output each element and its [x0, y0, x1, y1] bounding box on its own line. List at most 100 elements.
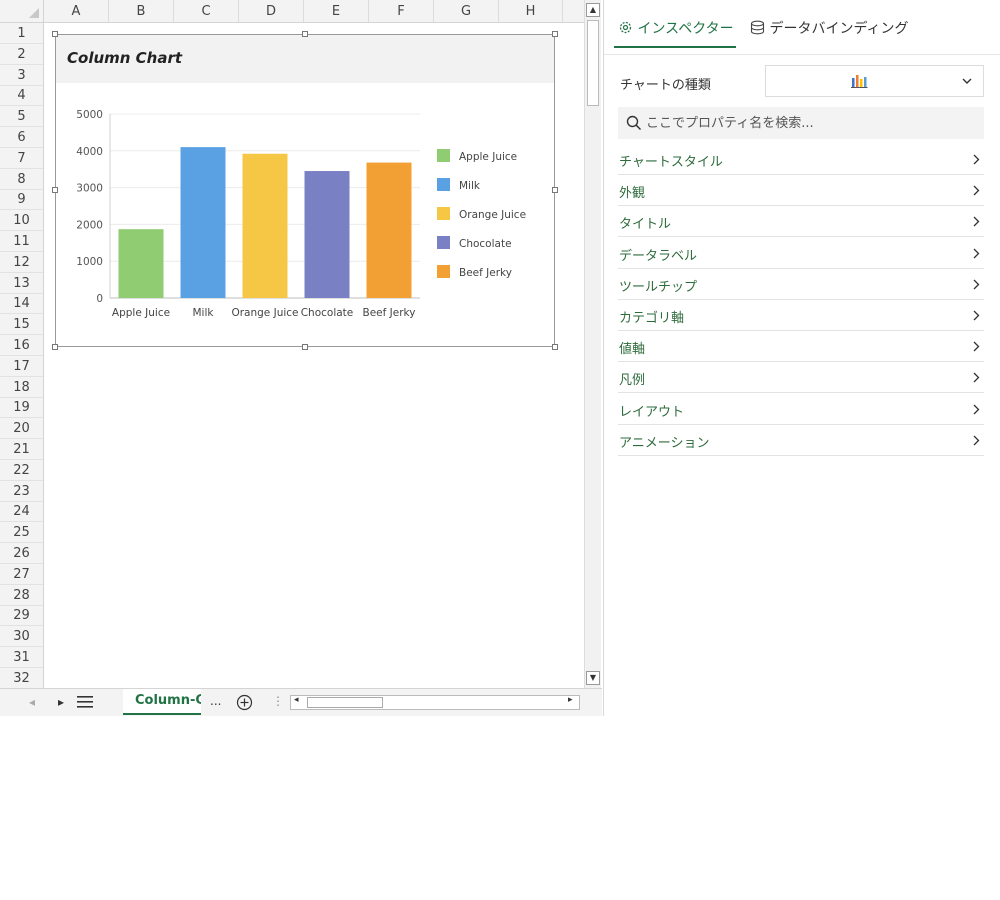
row-header[interactable]: 22 — [0, 460, 43, 481]
resize-handle[interactable] — [552, 31, 558, 37]
bar[interactable] — [118, 229, 164, 298]
column-header[interactable]: A — [44, 0, 109, 22]
property-item[interactable]: 外観 — [618, 175, 984, 207]
search-icon — [626, 115, 642, 131]
row-header[interactable]: 32 — [0, 668, 43, 689]
row-header[interactable]: 13 — [0, 273, 43, 294]
chart-type-label: チャートの種類 — [620, 78, 711, 93]
tab-data-binding[interactable]: データバインディング — [750, 18, 908, 38]
resize-handle[interactable] — [302, 31, 308, 37]
column-headers: ABCDEFGH — [44, 0, 584, 23]
row-header[interactable]: 27 — [0, 564, 43, 585]
row-header[interactable]: 12 — [0, 252, 43, 273]
tab-inspector[interactable]: インスペクター — [618, 18, 734, 38]
row-header[interactable]: 29 — [0, 605, 43, 627]
scroll-right-icon[interactable]: ▸ — [568, 695, 573, 705]
row-header[interactable]: 15 — [0, 314, 43, 336]
y-tick-label: 5000 — [76, 109, 103, 121]
scroll-down-button[interactable]: ▼ — [586, 671, 600, 685]
bar[interactable] — [242, 153, 288, 298]
property-item[interactable]: 凡例 — [618, 362, 984, 394]
row-header[interactable]: 28 — [0, 585, 43, 606]
row-header[interactable]: 6 — [0, 127, 43, 148]
resize-handle[interactable] — [302, 344, 308, 350]
row-header[interactable]: 8 — [0, 169, 43, 190]
horizontal-scrollbar[interactable]: ◂ ▸ — [290, 695, 580, 710]
row-header[interactable]: 24 — [0, 501, 43, 523]
row-header[interactable]: 20 — [0, 418, 43, 440]
bar[interactable] — [304, 171, 350, 298]
row-header[interactable]: 30 — [0, 626, 43, 648]
row-header[interactable]: 23 — [0, 481, 43, 502]
sheet-list-icon[interactable] — [76, 695, 94, 709]
splitter-icon[interactable]: ⋮ — [272, 694, 284, 708]
resize-handle[interactable] — [552, 344, 558, 350]
column-chart[interactable]: Column Chart 0 1000 2000 3000 4000 5000 Apple … — [55, 34, 555, 347]
prev-sheet-icon[interactable]: ◂ — [29, 695, 35, 709]
row-header[interactable]: 17 — [0, 356, 43, 377]
row-header[interactable]: 18 — [0, 377, 43, 398]
y-tick-label: 4000 — [76, 146, 103, 158]
property-label: ツールチップ — [619, 279, 698, 295]
corner-triangle — [29, 8, 39, 18]
sheet-tab-bar: ◂ ▸ Column-C ... ⋮ ◂ ▸ — [0, 688, 602, 716]
row-header[interactable]: 11 — [0, 231, 43, 252]
property-item[interactable]: アニメーション — [618, 425, 984, 456]
bar[interactable] — [180, 147, 226, 298]
tab-data-binding-label: データバインディング — [769, 21, 909, 37]
property-item[interactable]: 値軸 — [618, 331, 984, 363]
row-header[interactable]: 14 — [0, 293, 43, 315]
vertical-scrollbar[interactable]: ▲ ▼ — [584, 0, 601, 688]
resize-handle[interactable] — [552, 187, 558, 193]
vertical-scroll-thumb[interactable] — [587, 20, 599, 106]
row-header[interactable]: 26 — [0, 543, 43, 564]
row-header[interactable]: 19 — [0, 397, 43, 419]
row-header[interactable]: 25 — [0, 522, 43, 544]
chevron-right-icon — [973, 216, 980, 227]
row-header[interactable]: 31 — [0, 647, 43, 668]
row-header[interactable]: 3 — [0, 65, 43, 86]
column-header[interactable]: C — [174, 0, 239, 22]
column-header[interactable]: D — [239, 0, 304, 22]
row-header[interactable]: 7 — [0, 148, 43, 169]
column-header[interactable]: G — [434, 0, 499, 22]
more-sheets-icon[interactable]: ... — [210, 694, 221, 708]
row-header[interactable]: 5 — [0, 106, 43, 128]
inspector-panel: インスペクター データバインディング チャートの種類 チャートスタイル外観タイト — [603, 0, 1000, 716]
row-header[interactable]: 4 — [0, 85, 43, 107]
resize-handle[interactable] — [52, 187, 58, 193]
row-header[interactable]: 2 — [0, 44, 43, 65]
spreadsheet[interactable]: ABCDEFGH 1 2 3 4 5 6 7 8 9 10 11 12 13 14 15 16 17 18 19 20… — [0, 0, 602, 716]
column-header[interactable]: B — [109, 0, 174, 22]
property-item[interactable]: タイトル — [618, 206, 984, 238]
resize-handle[interactable] — [52, 344, 58, 350]
resize-handle[interactable] — [52, 31, 58, 37]
search-input[interactable] — [646, 113, 966, 133]
property-label: 凡例 — [619, 373, 646, 389]
property-item[interactable]: ツールチップ — [618, 269, 984, 300]
next-sheet-icon[interactable]: ▸ — [58, 695, 64, 709]
row-header[interactable]: 10 — [0, 210, 43, 232]
row-header[interactable]: 16 — [0, 335, 43, 356]
column-header[interactable]: F — [369, 0, 434, 22]
select-all-corner[interactable] — [0, 0, 44, 23]
column-header[interactable]: E — [304, 0, 369, 22]
property-item[interactable]: レイアウト — [618, 394, 984, 425]
column-header[interactable]: H — [499, 0, 563, 22]
sheet-tab[interactable]: Column-C — [123, 689, 201, 715]
chart-type-select[interactable] — [765, 65, 984, 97]
row-header[interactable]: 1 — [0, 23, 43, 44]
horizontal-scroll-thumb[interactable] — [307, 697, 383, 708]
property-item[interactable]: チャートスタイル — [618, 144, 984, 175]
legend-label: Milk — [459, 180, 481, 192]
scroll-left-icon[interactable]: ◂ — [294, 695, 299, 705]
row-header[interactable]: 9 — [0, 189, 43, 211]
property-item[interactable]: データラベル — [618, 238, 984, 269]
bar[interactable] — [366, 162, 412, 298]
row-header[interactable]: 21 — [0, 439, 43, 460]
property-search[interactable] — [618, 107, 984, 139]
property-item[interactable]: カテゴリ軸 — [618, 300, 984, 331]
scroll-up-button[interactable]: ▲ — [586, 3, 600, 17]
chevron-down-icon — [962, 78, 972, 84]
add-sheet-icon[interactable] — [236, 694, 253, 711]
